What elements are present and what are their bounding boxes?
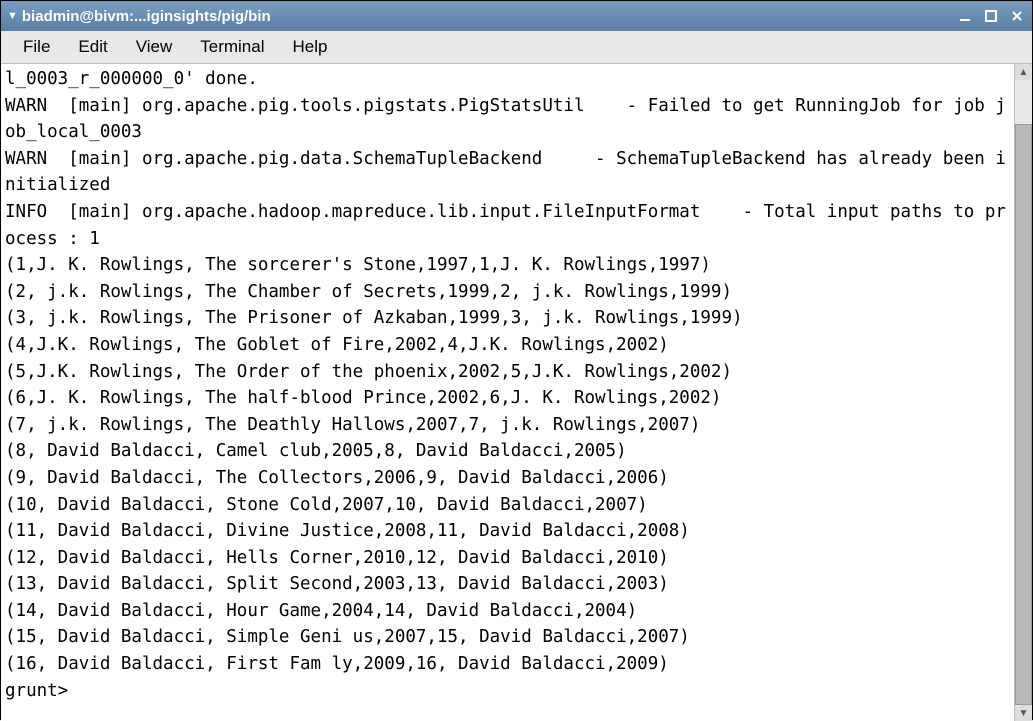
window-menu-dropdown-icon[interactable]: ▼ bbox=[7, 10, 18, 22]
maximize-icon bbox=[984, 9, 998, 23]
minimize-button[interactable] bbox=[956, 7, 974, 25]
menu-help[interactable]: Help bbox=[279, 33, 342, 61]
scroll-down-button[interactable]: ▼ bbox=[1015, 705, 1032, 721]
scroll-up-button[interactable]: ▲ bbox=[1015, 64, 1032, 80]
menu-view[interactable]: View bbox=[122, 33, 187, 61]
terminal-output[interactable]: l_0003_r_000000_0' done. WARN [main] org… bbox=[1, 64, 1014, 721]
minimize-icon bbox=[958, 9, 972, 23]
window-controls bbox=[956, 7, 1026, 25]
menu-terminal[interactable]: Terminal bbox=[186, 33, 278, 61]
close-icon bbox=[1010, 9, 1024, 23]
vertical-scrollbar[interactable]: ▲ ▼ bbox=[1014, 64, 1032, 721]
titlebar: ▼ biadmin@bivm:...iginsights/pig/bin bbox=[1, 1, 1032, 31]
menu-file[interactable]: File bbox=[9, 33, 64, 61]
close-button[interactable] bbox=[1008, 7, 1026, 25]
terminal-container: l_0003_r_000000_0' done. WARN [main] org… bbox=[1, 64, 1032, 721]
maximize-button[interactable] bbox=[982, 7, 1000, 25]
menu-edit[interactable]: Edit bbox=[64, 33, 121, 61]
scroll-track[interactable] bbox=[1015, 80, 1032, 705]
window-title: biadmin@bivm:...iginsights/pig/bin bbox=[22, 8, 956, 25]
menubar: File Edit View Terminal Help bbox=[1, 31, 1032, 64]
scroll-thumb[interactable] bbox=[1015, 124, 1032, 705]
